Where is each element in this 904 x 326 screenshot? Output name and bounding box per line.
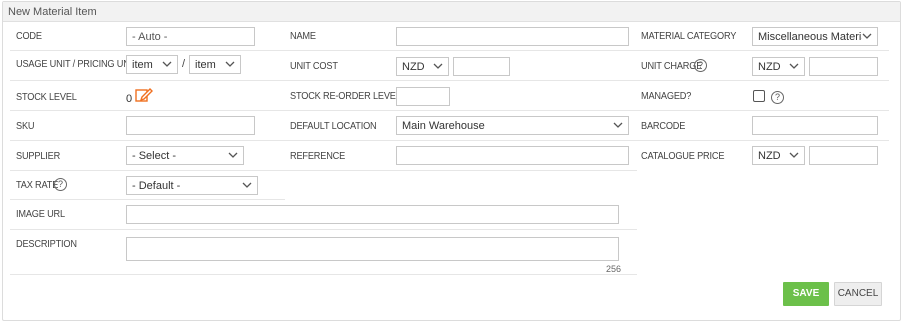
divider (637, 80, 889, 81)
chevron-down-icon (433, 63, 443, 69)
catalogue-price-currency-select[interactable]: NZD (752, 146, 805, 165)
divider (10, 170, 285, 171)
divider (10, 50, 285, 51)
divider (10, 274, 637, 275)
supplier-label: SUPPLIER (16, 151, 61, 162)
chevron-down-icon (613, 122, 623, 128)
help-icon[interactable]: ? (771, 91, 784, 104)
unit-separator: / (182, 58, 186, 70)
divider (10, 199, 285, 200)
name-field[interactable] (396, 27, 629, 46)
stock-level-label: STOCK LEVEL (16, 92, 77, 103)
chevron-down-icon (242, 182, 252, 188)
stock-level-value: 0 (126, 93, 133, 105)
catalogue-price-field[interactable] (809, 146, 878, 165)
usage-unit-select[interactable]: item (126, 55, 178, 74)
unit-charge-field[interactable] (809, 57, 878, 76)
divider (10, 80, 285, 81)
unit-charge-currency-select[interactable]: NZD (752, 57, 805, 76)
divider (285, 140, 637, 141)
unit-charge-currency-value: NZD (758, 61, 781, 73)
usage-unit-label: USAGE UNIT / PRICING UNIT (16, 59, 138, 70)
cancel-button[interactable]: CANCEL (834, 282, 882, 306)
description-label: DESCRIPTION (16, 239, 77, 250)
chevron-down-icon (862, 32, 872, 40)
sku-label: SKU (16, 121, 35, 132)
usage-unit-value: item (132, 59, 153, 71)
name-label: NAME (290, 31, 316, 42)
unit-charge-label: UNIT CHARGE (641, 61, 703, 72)
barcode-label: BARCODE (641, 121, 686, 132)
divider (10, 140, 285, 141)
save-button[interactable]: SAVE (783, 282, 829, 306)
chevron-down-icon (162, 61, 172, 67)
divider (285, 170, 637, 171)
default-location-label: DEFAULT LOCATION (290, 121, 377, 132)
unit-cost-currency-select[interactable]: NZD (396, 57, 449, 76)
edit-icon[interactable] (134, 86, 154, 104)
divider (285, 110, 637, 111)
divider (285, 80, 637, 81)
managed-checkbox[interactable] (753, 90, 765, 102)
catalogue-price-label: CATALOGUE PRICE (641, 151, 725, 162)
reference-field[interactable] (396, 146, 629, 165)
help-icon[interactable]: ? (694, 59, 707, 72)
reference-label: REFERENCE (290, 151, 346, 162)
material-category-select[interactable]: Miscellaneous Material (752, 27, 878, 46)
unit-cost-label: UNIT COST (290, 61, 338, 72)
code-label: CODE (16, 31, 42, 42)
chevron-down-icon (789, 63, 799, 69)
divider (637, 140, 889, 141)
supplier-select[interactable]: - Select - (126, 146, 244, 165)
tax-rate-value: - Default - (132, 180, 181, 192)
chevron-down-icon (228, 152, 238, 158)
managed-label: MANAGED? (641, 91, 692, 102)
chevron-down-icon (225, 61, 235, 67)
material-category-value: Miscellaneous Material (758, 31, 870, 43)
unit-cost-currency-value: NZD (402, 61, 425, 73)
help-icon[interactable]: ? (54, 178, 67, 191)
code-field[interactable]: - Auto - (126, 27, 255, 46)
material-category-label: MATERIAL CATEGORY (641, 31, 737, 42)
description-char-counter: 256 (606, 264, 622, 274)
image-url-field[interactable] (126, 205, 619, 224)
supplier-value: - Select - (132, 150, 177, 162)
pricing-unit-select[interactable]: item (189, 55, 241, 74)
catalogue-price-currency-value: NZD (758, 150, 781, 162)
image-url-label: IMAGE URL (16, 209, 65, 220)
tax-rate-label: TAX RATE (16, 180, 59, 191)
divider (637, 110, 889, 111)
stock-reorder-label: STOCK RE-ORDER LEVEL (290, 91, 401, 102)
stock-reorder-field[interactable] (396, 87, 450, 106)
sku-field[interactable] (126, 116, 255, 135)
tax-rate-select[interactable]: - Default - (126, 176, 258, 195)
barcode-field[interactable] (752, 116, 878, 135)
pricing-unit-value: item (195, 59, 216, 71)
divider (637, 50, 889, 51)
default-location-value: Main Warehouse (402, 120, 485, 132)
default-location-select[interactable]: Main Warehouse (396, 116, 629, 135)
chevron-down-icon (789, 152, 799, 158)
divider (10, 229, 637, 230)
divider (285, 50, 637, 51)
unit-cost-field[interactable] (453, 57, 510, 76)
description-field[interactable] (126, 237, 619, 261)
panel-title: New Material Item (3, 2, 900, 22)
divider (10, 110, 285, 111)
